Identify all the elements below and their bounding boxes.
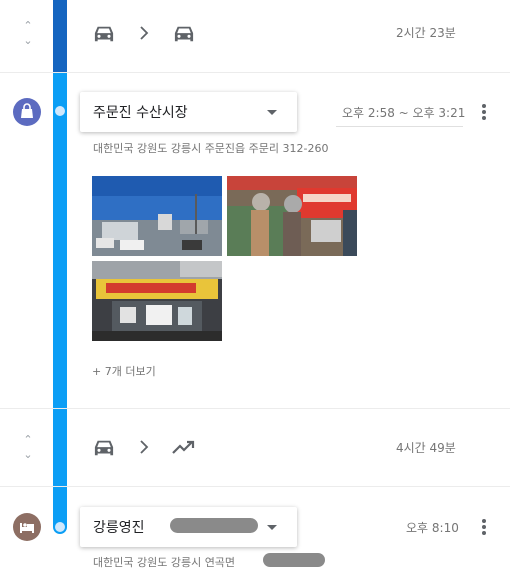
car-icon (93, 24, 115, 44)
shopping-bag-icon (13, 98, 41, 126)
car-icon (173, 24, 195, 44)
place-address: 대한민국 강원도 강릉시 주문진읍 주문리 312-260 (93, 142, 329, 155)
visit-time[interactable]: 오후 8:10 (406, 519, 459, 536)
chevron-right-icon (139, 24, 149, 46)
chevron-right-icon (139, 438, 149, 460)
place-address: 대한민국 강원도 강릉시 연곡면 (93, 556, 236, 569)
place-photo[interactable] (92, 261, 222, 341)
chevron-down-icon: ⌄ (23, 448, 33, 461)
divider (0, 408, 510, 409)
place-photo[interactable] (227, 176, 357, 256)
chevron-up-icon: ⌃ (23, 433, 33, 446)
redaction-mark (263, 553, 325, 567)
timeline-line (53, 72, 67, 527)
chevron-down-icon: ⌄ (23, 34, 33, 47)
place-photo[interactable] (92, 176, 222, 256)
timeline-node (53, 520, 67, 534)
place-selector[interactable]: 강릉영진 (80, 507, 297, 547)
expand-segment-button[interactable]: ⌃ ⌄ (21, 434, 35, 464)
place-selector[interactable]: 주문진 수산시장 (80, 92, 297, 132)
more-photos-link[interactable]: + 7개 더보기 (92, 363, 156, 379)
place-name: 강릉영진 (93, 520, 145, 536)
caret-down-icon (267, 525, 277, 530)
caret-down-icon (267, 110, 277, 115)
timeline-line (53, 0, 67, 72)
more-options-button[interactable] (482, 519, 486, 537)
visit-time[interactable]: 오후 2:58 ~ 오후 3:21 (342, 104, 465, 121)
divider (0, 486, 510, 487)
hotel-icon (13, 513, 41, 541)
timeline-node (53, 104, 67, 118)
car-icon (93, 438, 115, 458)
expand-segment-button[interactable]: ⌃ ⌄ (21, 20, 35, 50)
more-options-button[interactable] (482, 104, 486, 122)
redaction-mark (170, 518, 258, 533)
trending-up-icon (172, 440, 196, 460)
chevron-up-icon: ⌃ (23, 19, 33, 32)
place-name: 주문진 수산시장 (93, 105, 188, 121)
visit-time-underline (336, 126, 463, 127)
segment-duration: 2시간 23분 (396, 26, 456, 40)
segment-duration: 4시간 49분 (396, 441, 456, 455)
divider (0, 72, 510, 73)
